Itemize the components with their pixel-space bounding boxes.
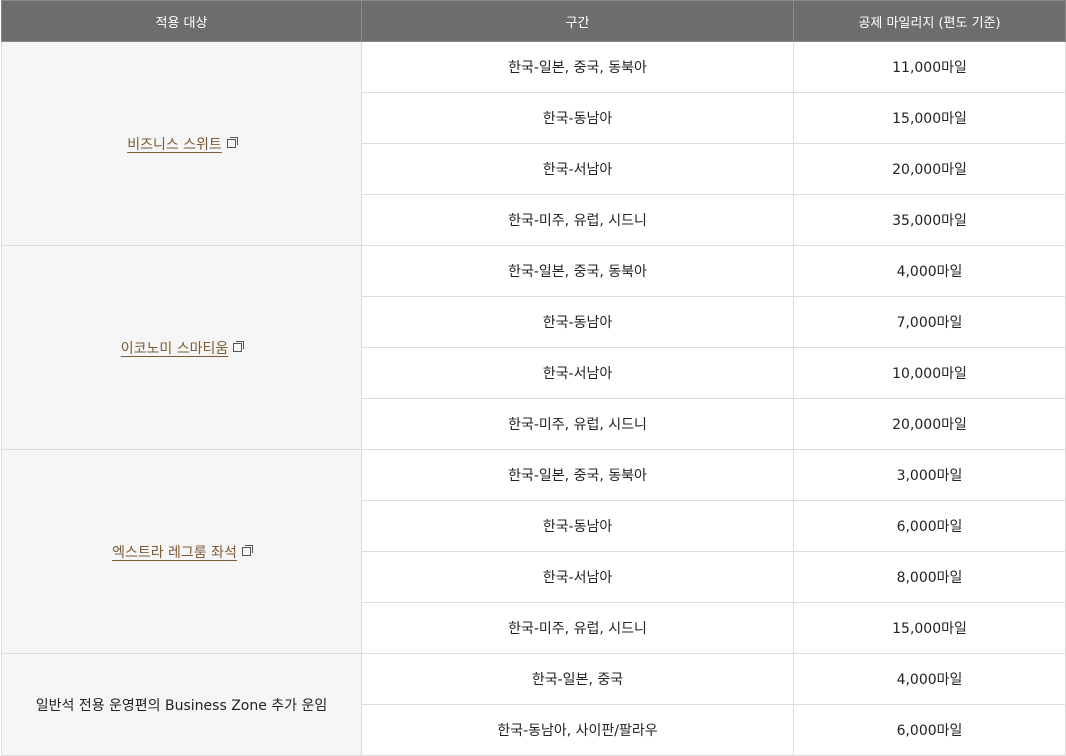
target-link-economy-smartium[interactable]: 이코노미 스마티움 — [120, 340, 245, 357]
target-cell: 일반석 전용 운영편의 Business Zone 추가 운임 — [1, 653, 362, 756]
route-cell: 한국-동남아 — [361, 296, 794, 348]
target-label: 이코노미 스마티움 — [120, 340, 229, 357]
route-cell: 한국-일본, 중국, 동북아 — [361, 245, 794, 297]
route-cell: 한국-일본, 중국 — [361, 653, 794, 705]
target-cell: 이코노미 스마티움 — [1, 245, 362, 450]
miles-cell: 4,000마일 — [793, 245, 1066, 297]
external-link-icon — [241, 544, 253, 556]
mileage-table: 적용 대상 구간 공제 마일리지 (편도 기준) 비즈니스 스위트 한국-일본,… — [1, 0, 1066, 756]
external-link-icon — [226, 136, 238, 148]
table-row: 이코노미 스마티움 한국-일본, 중국, 동북아 4,000마일 — [1, 245, 1066, 450]
table-row: 엑스트라 레그룸 좌석 한국-일본, 중국, 동북아 3,000마일 — [1, 449, 1066, 654]
route-cell: 한국-서남아 — [361, 551, 794, 603]
target-link-business-suite[interactable]: 비즈니스 스위트 — [127, 136, 238, 153]
header-route: 구간 — [361, 0, 794, 42]
route-cell: 한국-동남아 — [361, 500, 794, 552]
target-link-extra-legroom[interactable]: 엑스트라 레그룸 좌석 — [112, 544, 253, 561]
miles-cell: 6,000마일 — [793, 500, 1066, 552]
miles-cell: 35,000마일 — [793, 194, 1066, 246]
route-cell: 한국-일본, 중국, 동북아 — [361, 41, 794, 93]
miles-cell: 20,000마일 — [793, 398, 1066, 450]
miles-cell: 10,000마일 — [793, 347, 1066, 399]
table-header: 적용 대상 구간 공제 마일리지 (편도 기준) — [1, 0, 1066, 42]
table-body: 비즈니스 스위트 한국-일본, 중국, 동북아 11,000마일 한국-동남아 … — [1, 41, 1066, 756]
route-cell: 한국-서남아 — [361, 347, 794, 399]
miles-cell: 7,000마일 — [793, 296, 1066, 348]
target-label: 비즈니스 스위트 — [127, 136, 222, 153]
header-miles: 공제 마일리지 (편도 기준) — [793, 0, 1066, 42]
target-cell: 엑스트라 레그룸 좌석 — [1, 449, 362, 654]
miles-cell: 15,000마일 — [793, 602, 1066, 654]
table-row: 비즈니스 스위트 한국-일본, 중국, 동북아 11,000마일 — [1, 41, 1066, 246]
route-cell: 한국-미주, 유럽, 시드니 — [361, 398, 794, 450]
miles-cell: 6,000마일 — [793, 704, 1066, 756]
header-target: 적용 대상 — [1, 0, 362, 42]
table-row: 일반석 전용 운영편의 Business Zone 추가 운임 한국-일본, 중… — [1, 653, 1066, 756]
route-cell: 한국-미주, 유럽, 시드니 — [361, 194, 794, 246]
external-link-icon — [233, 340, 245, 352]
target-label: 엑스트라 레그룸 좌석 — [112, 544, 237, 561]
miles-cell: 20,000마일 — [793, 143, 1066, 195]
miles-cell: 11,000마일 — [793, 41, 1066, 93]
miles-cell: 8,000마일 — [793, 551, 1066, 603]
miles-cell: 15,000마일 — [793, 92, 1066, 144]
miles-cell: 3,000마일 — [793, 449, 1066, 501]
route-cell: 한국-미주, 유럽, 시드니 — [361, 602, 794, 654]
route-cell: 한국-일본, 중국, 동북아 — [361, 449, 794, 501]
route-cell: 한국-동남아 — [361, 92, 794, 144]
route-cell: 한국-동남아, 사이판/팔라우 — [361, 704, 794, 756]
miles-cell: 4,000마일 — [793, 653, 1066, 705]
route-cell: 한국-서남아 — [361, 143, 794, 195]
target-cell: 비즈니스 스위트 — [1, 41, 362, 246]
